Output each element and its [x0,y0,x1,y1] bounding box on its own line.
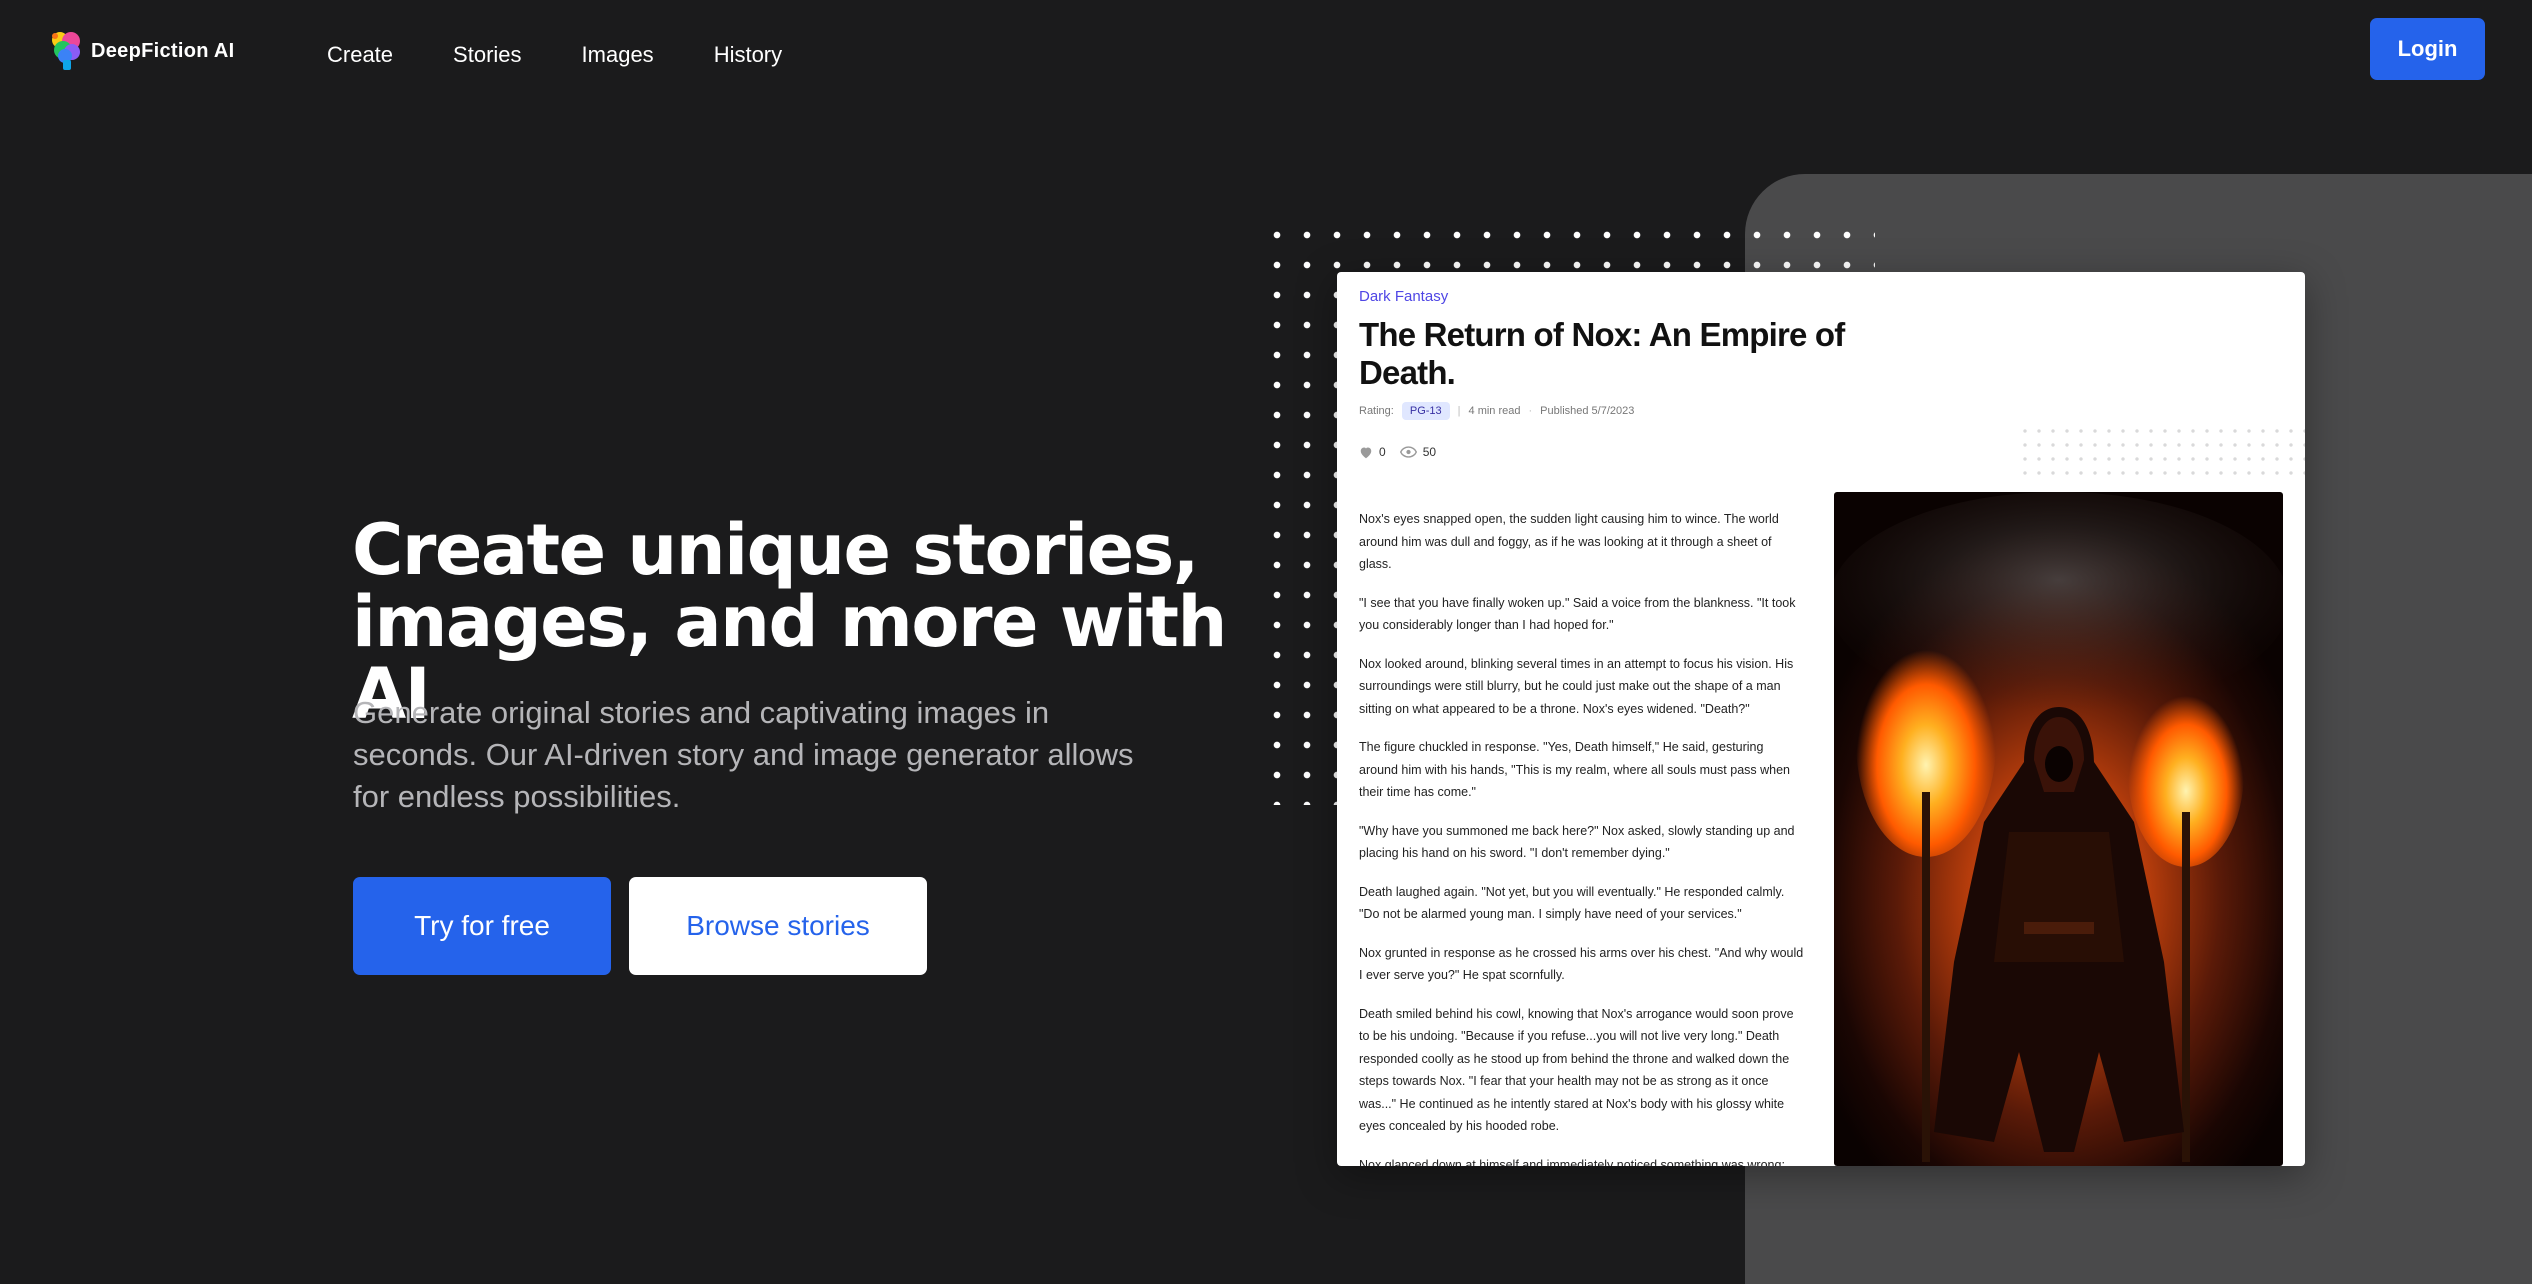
story-paragraph: Death smiled behind his cowl, knowing th… [1359,1006,1794,1134]
nav-history[interactable]: History [714,42,782,68]
story-paragraph: Nox looked around, blinking several time… [1359,656,1794,716]
views-stat: 50 [1399,445,1437,459]
heart-icon [1360,447,1372,458]
hero-subtitle: Generate original stories and captivatin… [353,695,1134,814]
published-date: Published 5/7/2023 [1540,405,1635,417]
read-time: 4 min read [1468,405,1521,417]
story-text: Nox's eyes snapped open, the sudden ligh… [1359,508,1805,1166]
story-paragraph: Nox glanced down at himself and immediat… [1359,1157,1785,1167]
brand-name: DeepFiction AI [91,39,235,62]
brain-logo-icon [52,32,80,70]
hooded-figure-illustration [1834,492,2283,1162]
story-meta: Rating: PG-13 | 4 min read · Published 5… [1359,402,1634,420]
nav-images[interactable]: Images [582,42,654,68]
story-paragraph: Nox grunted in response as he crossed hi… [1359,945,1804,983]
story-title: The Return of Nox: An Empire of Death. [1359,316,1845,391]
views-count: 50 [1422,445,1437,459]
likes-stat[interactable]: 0 [1359,445,1386,459]
story-preview-card[interactable]: Dark Fantasy The Return of Nox: An Empir… [1337,272,2305,1166]
rating-label: Rating: [1359,405,1394,417]
likes-count: 0 [1379,445,1386,459]
story-paragraph: Nox's eyes snapped open, the sudden ligh… [1359,512,1779,571]
story-genre[interactable]: Dark Fantasy [1359,288,1448,305]
login-button[interactable]: Login [2370,18,2485,80]
nav-stories[interactable]: Stories [453,42,521,68]
brand-logo[interactable]: DeepFiction AI [47,28,234,74]
browse-stories-button[interactable]: Browse stories [629,877,927,975]
rating-badge: PG-13 [1401,402,1450,420]
story-illustration [1834,492,2283,1166]
eye-icon [1399,446,1417,458]
nav-create[interactable]: Create [327,42,393,68]
dot-pattern-small [2018,424,2305,484]
story-paragraph: The figure chuckled in response. "Yes, D… [1359,740,1790,799]
story-paragraph: "Why have you summoned me back here?" No… [1359,823,1795,861]
meta-divider: | [1457,405,1461,417]
meta-dot: · [1528,405,1533,417]
story-stats: 0 50 [1359,445,1436,459]
story-paragraph: "I see that you have finally woken up." … [1359,595,1796,633]
main-nav: Create Stories Images History [327,42,842,68]
try-for-free-button[interactable]: Try for free [353,877,611,975]
story-paragraph: Death laughed again. "Not yet, but you w… [1359,884,1785,922]
hero-title-line1: Create unique stories, [352,509,1199,591]
